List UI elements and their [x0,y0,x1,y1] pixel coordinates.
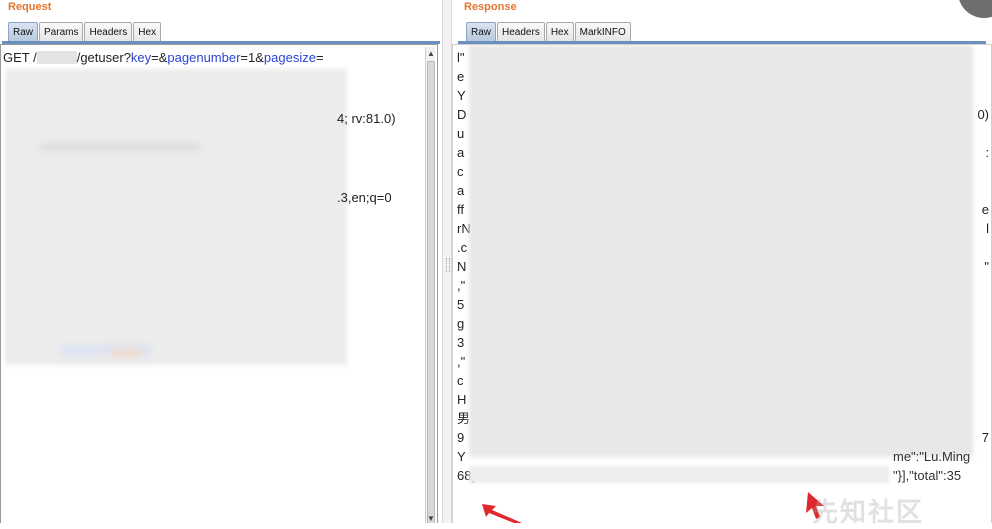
response-line-start: l" [457,50,465,65]
watermark-text: 先知社区 [812,498,925,528]
request-tab-params[interactable]: Params [39,22,84,41]
request-tabs: Raw Params Headers Hex [8,22,162,42]
response-tabs: Raw Headers Hex MarkINFO [466,22,632,42]
redacted-headers [5,69,347,365]
response-tab-hex[interactable]: Hex [545,22,574,41]
response-line-end: : [985,145,989,160]
response-tab-markinfo[interactable]: MarkINFO [574,22,631,41]
response-title: Response [464,1,517,13]
response-line-start: c [457,373,464,388]
scroll-up-icon[interactable]: ▲ [427,49,435,58]
response-pane: Response Raw Headers Hex MarkINFO l" e Y Du… [452,0,992,523]
request-path-tail: /getuser? [76,50,131,65]
response-tab-headers[interactable]: Headers [497,22,545,41]
response-line-start: g [457,316,465,331]
response-line-start: a [457,183,465,198]
response-tail-2: "}],"total":35 [893,468,962,483]
pane-splitter[interactable] [442,0,452,523]
response-line-start: N [457,259,467,274]
response-line-start: u [457,126,465,141]
response-line-start: ," [457,278,466,293]
response-line-start: 9 [457,430,465,445]
scroll-thumb[interactable] [427,61,435,523]
response-line-end: 0) [977,107,989,122]
response-line-start: ," [457,354,466,369]
splitter-grip-icon[interactable] [446,258,450,272]
response-line-start: a [457,145,465,160]
response-line-start: 3 [457,335,465,350]
request-pane: Request Raw Params Headers Hex GET / /get… [0,0,442,523]
response-editor[interactable]: l" e Y Du a c a ff rN .c N ," 5 g 3 ," c H 男 9 Y 68} 0): e l " 7 … [452,44,992,523]
request-scrollbar[interactable]: ▲ ▼ [425,47,435,523]
param-pagesize: pagesize [263,50,316,65]
response-line-start: D [457,107,467,122]
request-tab-hex[interactable]: Hex [133,22,162,41]
user-agent-fragment: 4; rv:81.0) [337,111,396,126]
param-key: key [130,50,152,65]
param-sep-3: = [315,50,324,65]
accept-language-fragment: .3,en;q=0 [337,190,392,205]
response-tab-raw[interactable]: Raw [466,22,497,41]
redacted-response-body [469,45,973,457]
response-line-start: Y [457,449,466,464]
request-tab-raw[interactable]: Raw [8,22,39,41]
response-line-end: l [986,221,989,236]
response-line-start: .c [457,240,468,255]
request-tab-headers[interactable]: Headers [84,22,133,41]
request-title: Request [8,1,52,13]
response-line-start: c [457,164,464,179]
response-line-end: 7 [981,430,989,445]
request-line: GET / /getuser?key=&pagenumber=1&pagesize… [3,48,324,67]
red-arrow-icon [482,504,522,523]
response-line-start: e [457,69,465,84]
response-line-end: " [984,259,989,274]
scroll-down-icon[interactable]: ▼ [427,514,435,523]
response-line-start: Y [457,88,466,103]
response-line-end: e [981,202,989,217]
param-sep-1: =& [151,50,168,65]
request-method-path: GET / [3,50,37,65]
response-line-start: 5 [457,297,465,312]
redacted-path [36,51,77,64]
response-tail-1: me":"Lu.Ming [893,449,971,464]
request-editor[interactable]: GET / /getuser?key=&pagenumber=1&pagesize… [0,44,438,523]
response-line-start: H [457,392,467,407]
response-line-start: ff [457,202,464,217]
param-pagenumber: pagenumber [167,50,241,65]
param-sep-2: =1& [240,50,264,65]
redacted-smudge [41,143,201,151]
redacted-smudge [111,349,141,357]
redacted-tail [469,466,889,483]
